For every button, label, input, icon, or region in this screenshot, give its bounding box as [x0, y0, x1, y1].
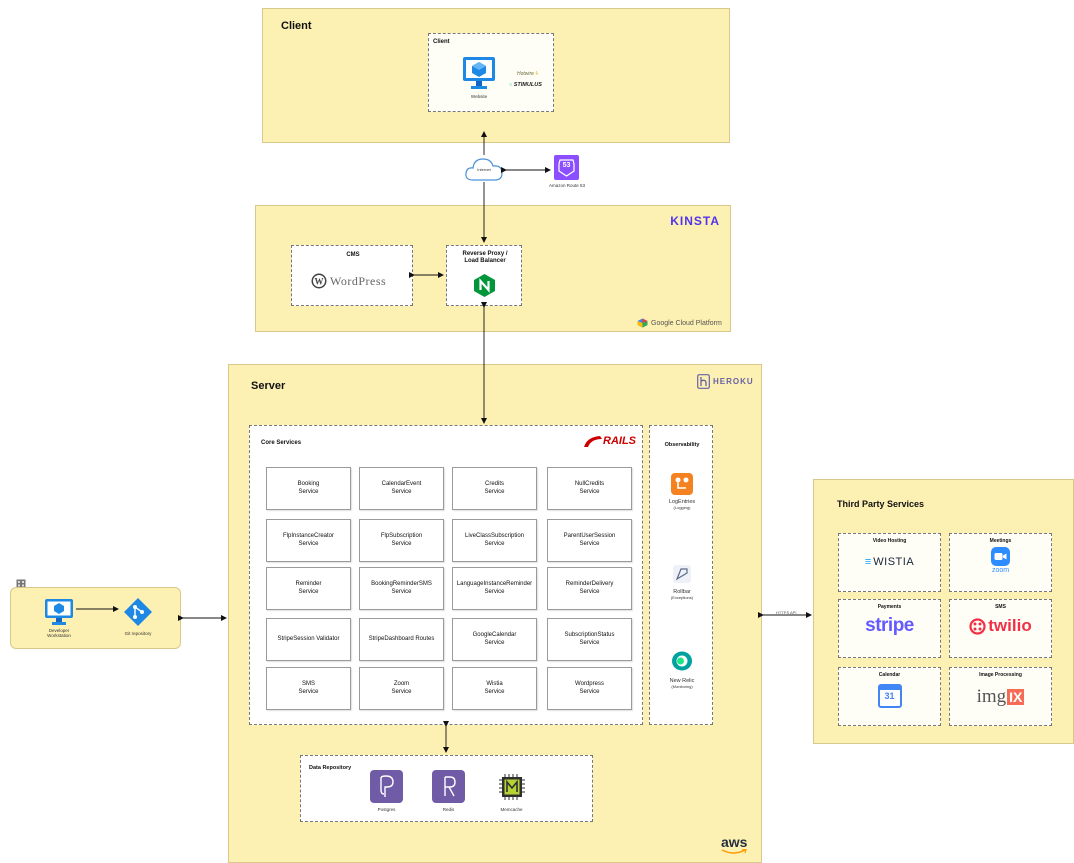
- connector-lines: [76, 131, 812, 753]
